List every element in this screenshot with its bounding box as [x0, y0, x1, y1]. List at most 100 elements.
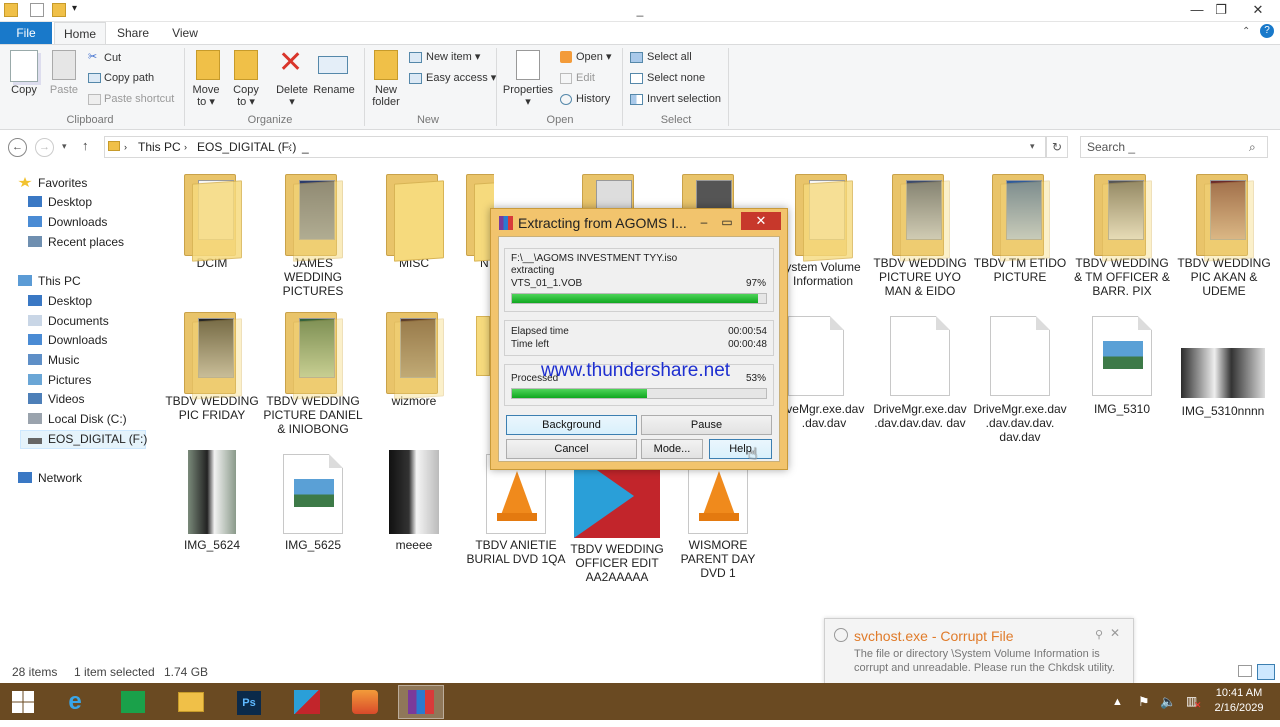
tab-share[interactable]: Share [110, 22, 156, 44]
new-folder-button[interactable]: New folder [366, 84, 406, 108]
file-item[interactable]: iveMgr.exe.dav .dav.dav [782, 316, 866, 430]
nav-favorites[interactable]: Favorites [18, 174, 87, 193]
invert-selection-icon[interactable] [630, 94, 643, 105]
breadcrumb-separator[interactable]: › [124, 142, 127, 152]
clock[interactable]: 10:41 AM 2/16/2029 [1204, 686, 1274, 716]
open-icon[interactable] [560, 51, 572, 63]
image-file-item[interactable]: IMG_5310nnnn [1174, 316, 1272, 418]
rename-icon[interactable] [318, 56, 348, 74]
taskbar-burner-app[interactable] [342, 685, 388, 719]
cut-button[interactable]: Cut [104, 49, 121, 67]
dialog-close-button[interactable]: ✕ [741, 212, 781, 230]
large-icons-view-icon[interactable] [1257, 664, 1275, 680]
paste-shortcut-icon[interactable] [88, 94, 101, 105]
nav-documents[interactable]: Documents [28, 312, 109, 331]
breadcrumb-separator[interactable]: › [288, 142, 291, 152]
background-button[interactable]: Background [506, 415, 637, 435]
notification-close-button[interactable]: ✕ [1110, 626, 1120, 640]
copy-to-icon[interactable] [234, 50, 258, 80]
nav-pc-downloads[interactable]: Downloads [28, 331, 107, 350]
customize-quick-access-icon[interactable]: ▾ [72, 3, 77, 14]
folder-item[interactable]: TBDV WEDDING PICTURE UYO MAN & EIDO [870, 172, 970, 298]
select-all-button[interactable]: Select all [647, 48, 692, 66]
help-icon[interactable]: ? [1260, 24, 1274, 38]
properties-button[interactable]: Properties ▾ [500, 84, 556, 108]
file-item[interactable]: DriveMgr.exe.dav .dav.dav.dav. dav.dav [970, 316, 1070, 444]
video-file-item[interactable]: TBDV ANIETIE BURIAL DVD 1QA [466, 454, 566, 566]
copy-button[interactable]: Copy [4, 84, 44, 96]
folder-item[interactable] [680, 172, 740, 208]
taskbar-store[interactable] [110, 685, 156, 719]
move-to-icon[interactable] [196, 50, 220, 80]
video-file-item[interactable]: WISMORE PARENT DAY DVD 1 [668, 454, 768, 580]
copy-path-icon[interactable] [88, 73, 101, 83]
taskbar-winrar[interactable] [398, 685, 444, 719]
tray-expand-icon[interactable]: ▲ [1112, 696, 1123, 708]
dialog-minimize-button[interactable]: – [697, 212, 711, 232]
rename-button[interactable]: Rename [312, 84, 356, 96]
back-button[interactable]: ← [8, 138, 27, 157]
select-all-icon[interactable] [630, 52, 643, 63]
new-folder-quick-icon[interactable] [52, 3, 66, 17]
folder-item[interactable]: TBDV WEDDING PIC FRIDAY [162, 310, 262, 422]
folder-item[interactable]: TBDV WEDDING PIC AKAN & UDEME [1174, 172, 1274, 298]
breadcrumb-this-pc[interactable]: This PC [138, 140, 181, 154]
nav-pc-desktop[interactable]: Desktop [28, 292, 92, 311]
taskbar-file-explorer[interactable] [168, 685, 214, 719]
taskbar-photoshop[interactable]: Ps [226, 685, 272, 719]
paste-icon[interactable] [52, 50, 76, 80]
dialog-maximize-button[interactable]: ▭ [719, 212, 735, 232]
pin-icon[interactable]: ⚲ [1095, 628, 1103, 641]
address-dropdown-icon[interactable]: ▾ [1030, 141, 1035, 152]
folder-item[interactable]: DCIM [162, 172, 262, 270]
maximize-button[interactable]: ❐ [1206, 0, 1236, 20]
image-file-item[interactable]: IMG_5624 [162, 450, 262, 552]
taskbar-media-app[interactable] [284, 685, 330, 719]
properties-icon[interactable] [516, 50, 540, 80]
properties-quick-icon[interactable] [30, 3, 44, 17]
folder-item[interactable]: MISC [364, 172, 464, 270]
tab-view[interactable]: View [162, 22, 208, 44]
up-button[interactable]: ↑ [82, 138, 89, 153]
pause-button[interactable]: Pause [641, 415, 772, 435]
folder-item[interactable] [580, 172, 640, 208]
nav-downloads[interactable]: Downloads [28, 213, 107, 232]
image-file-item[interactable]: meeee [364, 450, 464, 552]
file-item[interactable]: DriveMgr.exe.dav .dav.dav.dav. dav [870, 316, 970, 430]
start-button[interactable] [0, 685, 46, 719]
folder-item[interactable]: TBDV WEDDING PICTURE DANIEL & INIOBONG [263, 310, 363, 436]
ribbon-collapse-icon[interactable]: ⌃ [1242, 26, 1250, 37]
folder-item[interactable]: JAMES WEDDING PICTURES [263, 172, 363, 298]
move-to-button[interactable]: Move to ▾ [188, 84, 224, 108]
folder-item[interactable]: wizmore [364, 310, 464, 408]
mode-button[interactable]: Mode... [641, 439, 703, 459]
delete-icon[interactable]: ✕ [278, 46, 303, 80]
nav-pictures[interactable]: Pictures [28, 371, 91, 390]
delete-button[interactable]: Delete ▾ [272, 84, 312, 108]
tab-home[interactable]: Home [54, 22, 106, 45]
nav-local-disk[interactable]: Local Disk (C:) [28, 410, 127, 429]
search-input[interactable]: Search _ [1080, 136, 1268, 158]
nav-eos-digital[interactable]: EOS_DIGITAL (F:) [28, 430, 147, 449]
folder-item[interactable]: TBDV WEDDING & TM OFFICER & BARR. PIX [1072, 172, 1172, 298]
details-view-icon[interactable] [1238, 665, 1252, 677]
folder-item[interactable]: TBDV TM ETIDO PICTURE [970, 172, 1070, 284]
copy-to-button[interactable]: Copy to ▾ [228, 84, 264, 108]
copy-path-button[interactable]: Copy path [104, 69, 154, 87]
nav-videos[interactable]: Videos [28, 390, 84, 409]
nav-desktop[interactable]: Desktop [28, 193, 92, 212]
history-icon[interactable] [560, 94, 572, 105]
copy-icon[interactable] [10, 50, 38, 82]
history-button[interactable]: History [576, 90, 610, 108]
breadcrumb-eos-digital[interactable]: EOS_DIGITAL (F:) [197, 140, 296, 154]
edit-icon[interactable] [560, 73, 572, 84]
breadcrumb-current[interactable]: _ [302, 140, 309, 154]
cancel-button[interactable]: Cancel [506, 439, 637, 459]
cut-icon[interactable]: ✂ [88, 50, 97, 63]
project-file-item[interactable]: TBDV WEDDING OFFICER EDIT AA2AAAAA [567, 454, 667, 584]
easy-access-icon[interactable] [409, 73, 422, 84]
new-item-icon[interactable] [409, 52, 422, 63]
forward-button[interactable]: → [35, 138, 54, 157]
recent-locations-button[interactable]: ▾ [62, 141, 67, 152]
breadcrumb-separator[interactable]: › [184, 142, 187, 152]
